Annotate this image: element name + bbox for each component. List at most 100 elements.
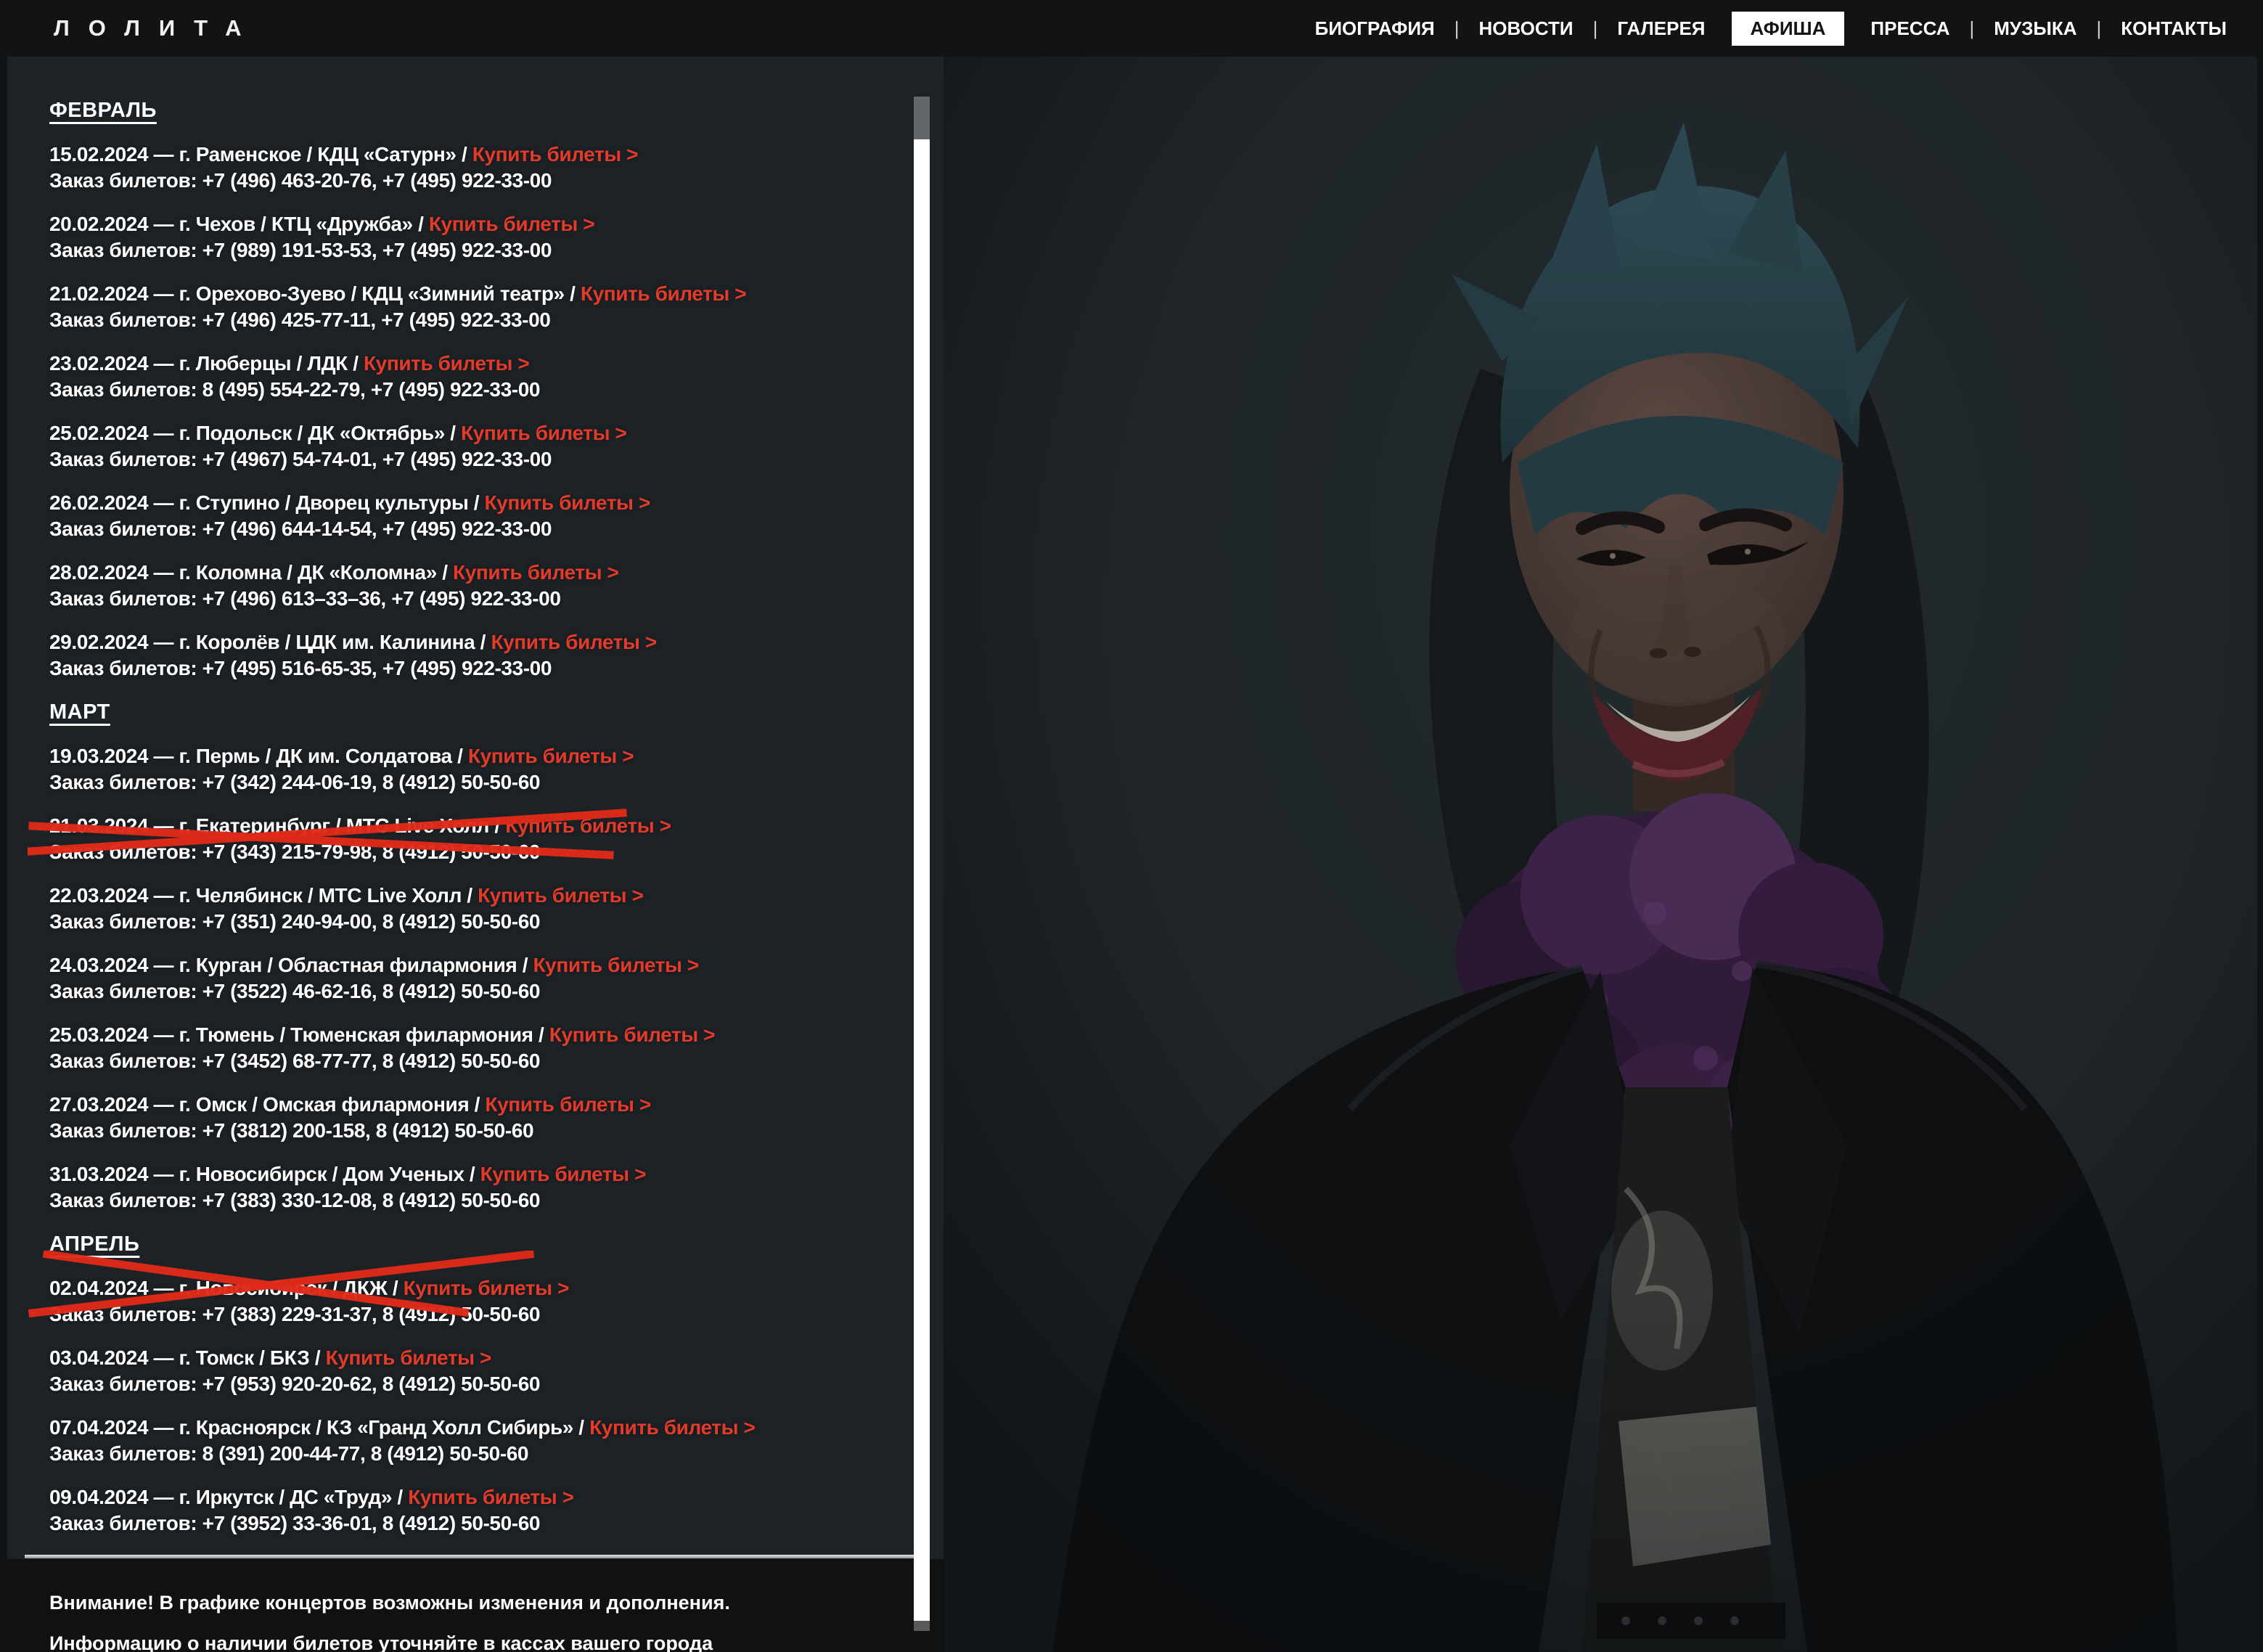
event-text: 03.04.2024 — г. Томск / БКЗ / xyxy=(49,1346,326,1369)
buy-tickets-link[interactable]: Купить билеты > xyxy=(404,1277,569,1299)
event-text: 24.03.2024 — г. Курган / Областная филар… xyxy=(49,954,533,976)
event-row: 03.04.2024 — г. Томск / БКЗ / Купить бил… xyxy=(49,1345,891,1397)
event-title: 25.02.2024 — г. Подольск / ДК «Октябрь» … xyxy=(49,420,891,446)
event-row: 24.03.2024 — г. Курган / Областная филар… xyxy=(49,952,891,1005)
event-phones: Заказ билетов: +7 (3812) 200-158, 8 (491… xyxy=(49,1118,891,1144)
event-phones: Заказ билетов: +7 (953) 920-20-62, 8 (49… xyxy=(49,1371,891,1397)
event-row: 31.03.2024 — г. Новосибирск / Дом Ученых… xyxy=(49,1161,891,1214)
nav-separator: | xyxy=(2096,17,2101,40)
event-text: 26.02.2024 — г. Ступино / Дворец культур… xyxy=(49,491,484,514)
event-row: 07.04.2024 — г. Красноярск / КЗ «Гранд Х… xyxy=(49,1415,891,1467)
event-title: 21.03.2024 — г. Екатеринбург / МТС Live … xyxy=(49,813,891,839)
event-phones: Заказ билетов: +7 (383) 229-31-37, 8 (49… xyxy=(49,1301,891,1328)
event-title: 15.02.2024 — г. Раменское / КДЦ «Сатурн»… xyxy=(49,142,891,168)
buy-tickets-link[interactable]: Купить билеты > xyxy=(429,213,594,235)
buy-tickets-link[interactable]: Купить билеты > xyxy=(408,1486,573,1508)
event-text: 20.02.2024 — г. Чехов / КТЦ «Дружба» / xyxy=(49,213,429,235)
month-heading: МАРТ xyxy=(49,699,891,725)
scrollbar-thumb[interactable] xyxy=(914,97,930,139)
event-text: 21.02.2024 — г. Орехово-Зуево / КДЦ «Зим… xyxy=(49,282,581,305)
nav-item-contacts[interactable]: КОНТАКТЫ xyxy=(2121,17,2227,40)
event-title: 24.03.2024 — г. Курган / Областная филар… xyxy=(49,952,891,978)
event-phones: Заказ билетов: +7 (383) 330-12-08, 8 (49… xyxy=(49,1187,891,1214)
nav-item-afisha-active[interactable]: АФИША xyxy=(1732,12,1845,46)
buy-tickets-link[interactable]: Купить билеты > xyxy=(484,491,650,514)
event-title: 19.03.2024 — г. Пермь / ДК им. Солдатова… xyxy=(49,743,891,769)
event-phones: Заказ билетов: +7 (3952) 33-36-01, 8 (49… xyxy=(49,1510,891,1537)
event-row: 19.03.2024 — г. Пермь / ДК им. Солдатова… xyxy=(49,743,891,796)
event-phones: Заказ билетов: +7 (989) 191-53-53, +7 (4… xyxy=(49,237,891,263)
event-title: 21.02.2024 — г. Орехово-Зуево / КДЦ «Зим… xyxy=(49,281,891,307)
event-row: 26.02.2024 — г. Ступино / Дворец культур… xyxy=(49,490,891,542)
buy-tickets-link[interactable]: Купить билеты > xyxy=(505,814,671,837)
event-text: 09.04.2024 — г. Иркутск / ДС «Труд» / xyxy=(49,1486,408,1508)
event-row: 25.02.2024 — г. Подольск / ДК «Октябрь» … xyxy=(49,420,891,473)
buy-tickets-link[interactable]: Купить билеты > xyxy=(549,1023,715,1046)
event-text: 28.02.2024 — г. Коломна / ДК «Коломна» / xyxy=(49,561,453,584)
event-title: 25.03.2024 — г. Тюмень / Тюменская филар… xyxy=(49,1022,891,1048)
event-title: 31.03.2024 — г. Новосибирск / Дом Ученых… xyxy=(49,1161,891,1187)
main-menu: БИОГРАФИЯ | НОВОСТИ | ГАЛЕРЕЯ АФИША ПРЕС… xyxy=(1315,12,2227,46)
buy-tickets-link[interactable]: Купить билеты > xyxy=(533,954,698,976)
event-text: 21.03.2024 — г. Екатеринбург / МТС Live … xyxy=(49,814,505,837)
event-title: 03.04.2024 — г. Томск / БКЗ / Купить бил… xyxy=(49,1345,891,1371)
buy-tickets-link[interactable]: Купить билеты > xyxy=(364,352,529,375)
event-phones: Заказ билетов: +7 (496) 644-14-54, +7 (4… xyxy=(49,516,891,542)
buy-tickets-link[interactable]: Купить билеты > xyxy=(589,1416,755,1439)
buy-tickets-link[interactable]: Купить билеты > xyxy=(485,1093,650,1116)
nav-item-music[interactable]: МУЗЫКА xyxy=(1994,17,2076,40)
event-phones: Заказ билетов: +7 (3522) 46-62-16, 8 (49… xyxy=(49,978,891,1005)
event-phones: Заказ билетов: 8 (391) 200-44-77, 8 (491… xyxy=(49,1441,891,1467)
top-nav: ЛОЛИТА БИОГРАФИЯ | НОВОСТИ | ГАЛЕРЕЯ АФИ… xyxy=(0,0,2263,57)
scrollbar[interactable] xyxy=(914,97,930,1631)
event-title: 27.03.2024 — г. Омск / Омская филармония… xyxy=(49,1092,891,1118)
event-text: 25.02.2024 — г. Подольск / ДК «Октябрь» … xyxy=(49,422,461,444)
buy-tickets-link[interactable]: Купить билеты > xyxy=(468,745,634,767)
event-title: 28.02.2024 — г. Коломна / ДК «Коломна» /… xyxy=(49,560,891,586)
buy-tickets-link[interactable]: Купить билеты > xyxy=(480,1163,646,1185)
divider xyxy=(25,1555,914,1558)
event-row-cancelled: 02.04.2024 — г. Новосибирск / ДКЖ / Купи… xyxy=(49,1275,891,1328)
event-text: 27.03.2024 — г. Омск / Омская филармония… xyxy=(49,1093,485,1116)
notice-line-2: Информацию о наличии билетов уточняйте в… xyxy=(49,1623,945,1652)
event-title: 07.04.2024 — г. Красноярск / КЗ «Гранд Х… xyxy=(49,1415,891,1441)
notice: Внимание! В графике концертов возможны и… xyxy=(7,1559,945,1652)
scrollbar-end[interactable] xyxy=(914,1621,930,1631)
event-row: 20.02.2024 — г. Чехов / КТЦ «Дружба» / К… xyxy=(49,211,891,263)
event-text: 25.03.2024 — г. Тюмень / Тюменская филар… xyxy=(49,1023,549,1046)
nav-item-press[interactable]: ПРЕССА xyxy=(1870,17,1949,40)
nav-item-news[interactable]: НОВОСТИ xyxy=(1479,17,1574,40)
event-title: 02.04.2024 — г. Новосибирск / ДКЖ / Купи… xyxy=(49,1275,891,1301)
site-logo[interactable]: ЛОЛИТА xyxy=(54,15,261,41)
event-row: 22.03.2024 — г. Челябинск / МТС Live Хол… xyxy=(49,883,891,935)
buy-tickets-link[interactable]: Купить билеты > xyxy=(581,282,746,305)
event-phones: Заказ билетов: 8 (495) 554-22-79, +7 (49… xyxy=(49,377,891,403)
event-row: 21.02.2024 — г. Орехово-Зуево / КДЦ «Зим… xyxy=(49,281,891,333)
event-phones: Заказ билетов: +7 (351) 240-94-00, 8 (49… xyxy=(49,909,891,935)
nav-item-biography[interactable]: БИОГРАФИЯ xyxy=(1315,17,1435,40)
buy-tickets-link[interactable]: Купить билеты > xyxy=(453,561,618,584)
event-title: 23.02.2024 — г. Люберцы / ЛДК / Купить б… xyxy=(49,351,891,377)
buy-tickets-link[interactable]: Купить билеты > xyxy=(461,422,626,444)
buy-tickets-link[interactable]: Купить билеты > xyxy=(472,143,638,165)
buy-tickets-link[interactable]: Купить билеты > xyxy=(326,1346,491,1369)
nav-separator: | xyxy=(1969,17,1974,40)
event-phones: Заказ билетов: +7 (4967) 54-74-01, +7 (4… xyxy=(49,446,891,473)
event-text: 02.04.2024 — г. Новосибирск / ДКЖ / xyxy=(49,1277,404,1299)
buy-tickets-link[interactable]: Купить билеты > xyxy=(478,884,643,907)
event-row: 29.02.2024 — г. Королёв / ЦДК им. Калини… xyxy=(49,629,891,682)
event-phones: Заказ билетов: +7 (3452) 68-77-77, 8 (49… xyxy=(49,1048,891,1074)
month-section: ФЕВРАЛЬ15.02.2024 — г. Раменское / КДЦ «… xyxy=(49,97,891,682)
event-text: 22.03.2024 — г. Челябинск / МТС Live Хол… xyxy=(49,884,478,907)
artist-photo xyxy=(944,57,2257,1652)
event-row: 28.02.2024 — г. Коломна / ДК «Коломна» /… xyxy=(49,560,891,612)
buy-tickets-link[interactable]: Купить билеты > xyxy=(491,631,656,653)
nav-item-gallery[interactable]: ГАЛЕРЕЯ xyxy=(1617,17,1705,40)
event-phones: Заказ билетов: +7 (343) 215-79-98, 8 (49… xyxy=(49,839,891,865)
event-row-cancelled: 21.03.2024 — г. Екатеринбург / МТС Live … xyxy=(49,813,891,865)
event-phones: Заказ билетов: +7 (495) 516-65-35, +7 (4… xyxy=(49,655,891,682)
event-row: 23.02.2024 — г. Люберцы / ЛДК / Купить б… xyxy=(49,351,891,403)
event-phones: Заказ билетов: +7 (496) 463-20-76, +7 (4… xyxy=(49,168,891,194)
event-phones: Заказ билетов: +7 (342) 244-06-19, 8 (49… xyxy=(49,769,891,796)
content-panel: ФЕВРАЛЬ15.02.2024 — г. Раменское / КДЦ «… xyxy=(7,57,2257,1652)
